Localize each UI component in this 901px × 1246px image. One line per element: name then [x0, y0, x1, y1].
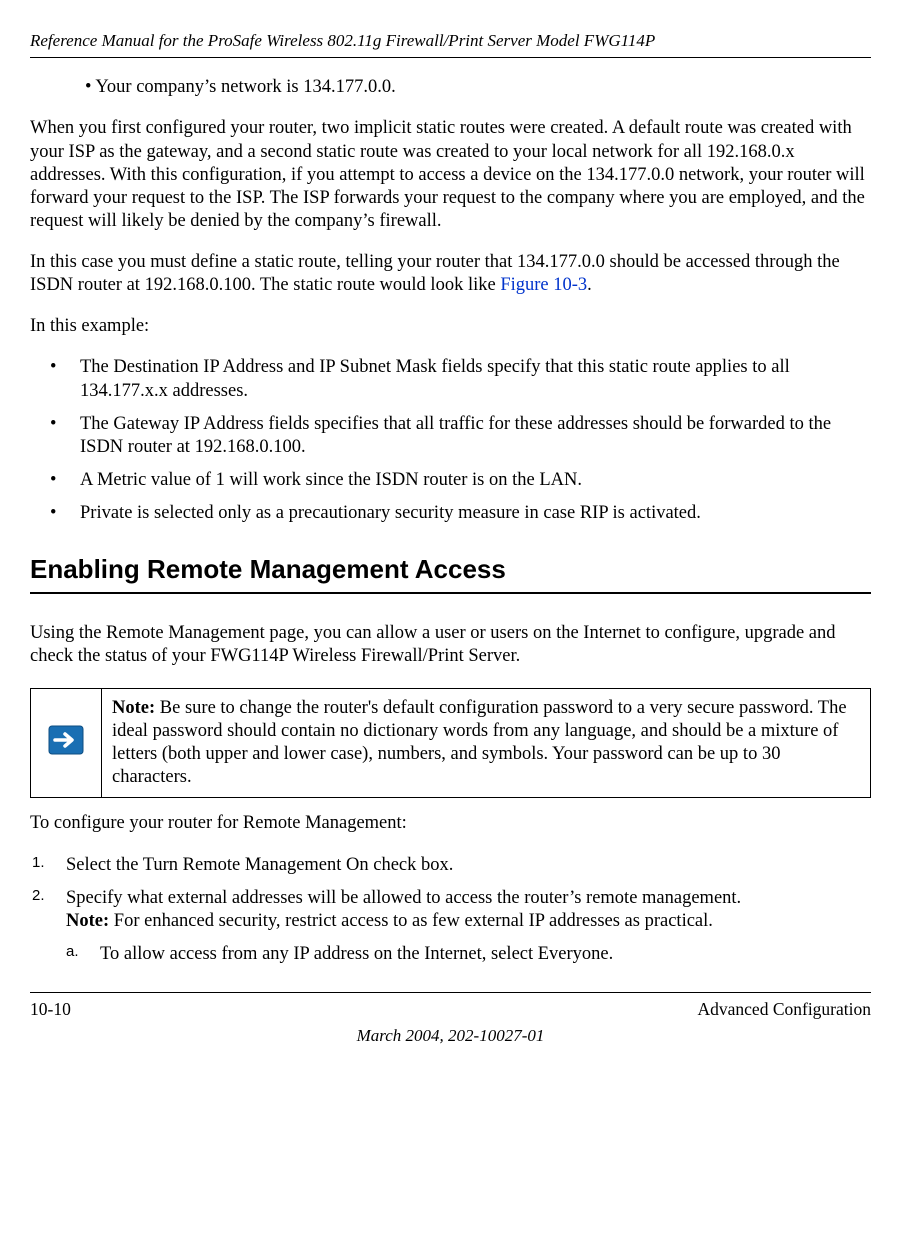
text: . [587, 275, 592, 295]
paragraph-remote-management: Using the Remote Management page, you ca… [30, 622, 871, 668]
chapter-title: Advanced Configuration [698, 999, 872, 1021]
company-network-bullet: • Your company’s network is 134.177.0.0. [85, 76, 871, 99]
bullet-icon: • [50, 502, 80, 525]
figure-link[interactable]: Figure 10-3 [500, 275, 587, 295]
note-box: Note: Be sure to change the router's def… [30, 688, 871, 799]
text: In this case you must define a static ro… [30, 252, 840, 295]
footer-date-doc: March 2004, 202-10027-01 [30, 1025, 871, 1046]
example-bullet-list: • The Destination IP Address and IP Subn… [30, 356, 871, 525]
sub-step-text: To allow access from any IP address on t… [100, 943, 613, 966]
note-label: Note: [112, 698, 155, 718]
note-text: Be sure to change the router's default c… [112, 698, 847, 787]
list-item-text: A Metric value of 1 will work since the … [80, 469, 582, 492]
list-item: 1. Select the Turn Remote Management On … [30, 854, 871, 877]
list-item-text: The Destination IP Address and IP Subnet… [80, 356, 871, 402]
step-number: 2. [32, 887, 66, 966]
note-icon-cell [31, 688, 102, 798]
step-text: Select the Turn Remote Management On che… [66, 854, 453, 877]
list-item-text: The Gateway IP Address fields specifies … [80, 413, 871, 459]
paragraph-define-static-route: In this case you must define a static ro… [30, 251, 871, 297]
step-note-text: For enhanced security, restrict access t… [109, 911, 713, 931]
page-footer: 10-10 Advanced Configuration [30, 992, 871, 1021]
bullet-icon: • [50, 356, 80, 402]
arrow-right-icon [48, 725, 84, 762]
bullet-icon: • [50, 469, 80, 492]
sub-step-number: a. [66, 943, 100, 966]
step-body: Specify what external addresses will be … [66, 887, 741, 966]
section-heading-remote-management: Enabling Remote Management Access [30, 553, 871, 594]
paragraph-implicit-routes: When you first configured your router, t… [30, 117, 871, 233]
paragraph-configure-intro: To configure your router for Remote Mana… [30, 812, 871, 835]
list-item-text: Private is selected only as a precaution… [80, 502, 701, 525]
page-number: 10-10 [30, 999, 71, 1021]
list-item: • A Metric value of 1 will work since th… [30, 469, 871, 492]
list-item: • Private is selected only as a precauti… [30, 502, 871, 525]
sub-step: a. To allow access from any IP address o… [66, 943, 741, 966]
list-item: • The Destination IP Address and IP Subn… [30, 356, 871, 402]
step-text: Specify what external addresses will be … [66, 888, 741, 908]
running-header: Reference Manual for the ProSafe Wireles… [30, 30, 871, 58]
bullet-icon: • [50, 413, 80, 459]
list-item: 2. Specify what external addresses will … [30, 887, 871, 966]
step-number: 1. [32, 854, 66, 877]
paragraph-example-intro: In this example: [30, 315, 871, 338]
list-item: • The Gateway IP Address fields specifie… [30, 413, 871, 459]
configure-steps: 1. Select the Turn Remote Management On … [30, 854, 871, 967]
note-text-cell: Note: Be sure to change the router's def… [102, 688, 871, 798]
step-note-label: Note: [66, 911, 109, 931]
